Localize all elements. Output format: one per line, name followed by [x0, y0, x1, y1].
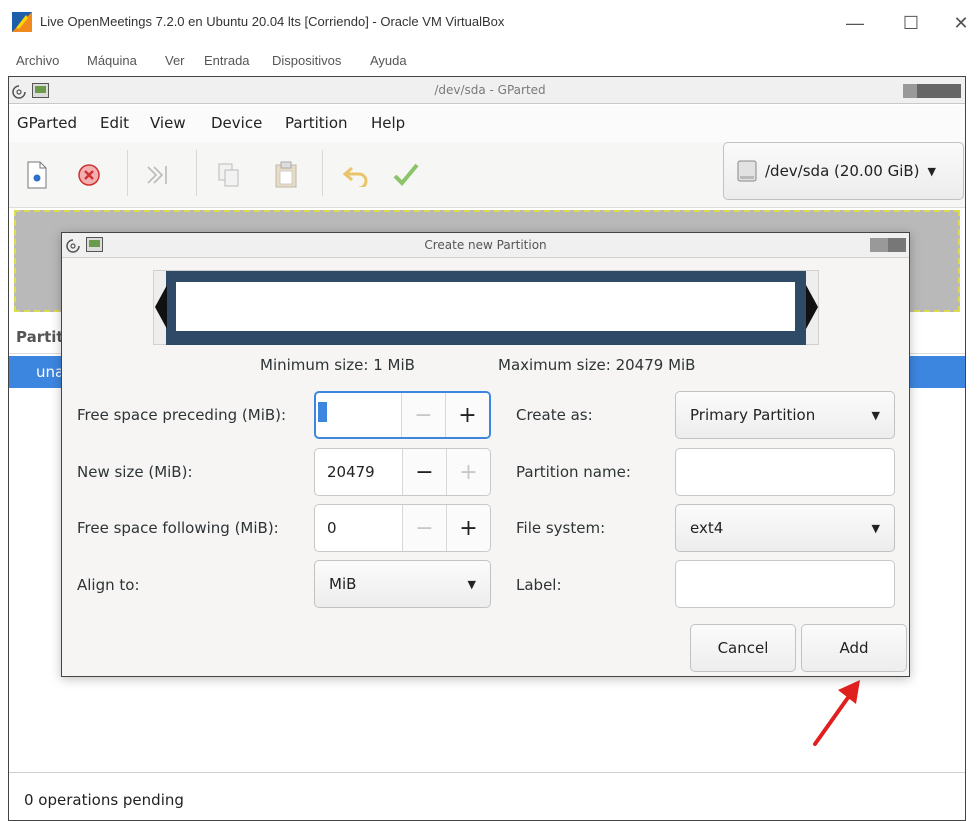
- free-space-preceding-input[interactable]: 1: [316, 393, 401, 437]
- dialog-window-buttons-icon[interactable]: [870, 238, 906, 252]
- vbox-menu-dispositivos[interactable]: Dispositivos: [272, 53, 341, 68]
- partition-name-input[interactable]: [675, 448, 895, 496]
- vbox-menu-archivo[interactable]: Archivo: [16, 53, 59, 68]
- free-space-following-decrement-button[interactable]: −: [402, 505, 446, 551]
- file-system-value: ext4: [690, 519, 724, 537]
- align-to-value: MiB: [329, 575, 357, 593]
- chevron-down-icon: ▼: [467, 577, 476, 591]
- text-selection: [318, 402, 327, 422]
- resize-handle-right[interactable]: [806, 285, 818, 329]
- device-label: /dev/sda (20.00 GiB): [765, 162, 920, 180]
- free-space-following-spinner[interactable]: 0 − +: [314, 504, 491, 552]
- minimum-size-label: Minimum size: 1 MiB: [260, 356, 415, 374]
- undo-button[interactable]: [339, 158, 373, 192]
- new-size-label: New size (MiB):: [77, 463, 193, 481]
- chevron-down-icon: ▼: [871, 521, 880, 535]
- free-space-following-increment-button[interactable]: +: [446, 505, 490, 551]
- partition-name-label: Partition name:: [516, 463, 631, 481]
- hard-disk-icon: [737, 159, 757, 183]
- vbox-menu-ver[interactable]: Ver: [165, 53, 185, 68]
- align-to-select[interactable]: MiB ▼: [314, 560, 491, 608]
- paste-button[interactable]: [269, 158, 303, 192]
- create-as-select[interactable]: Primary Partition ▼: [675, 391, 895, 439]
- partition-size-fill: [176, 282, 795, 331]
- free-space-preceding-label: Free space preceding (MiB):: [77, 406, 287, 424]
- free-space-following-label: Free space following (MiB):: [77, 519, 279, 537]
- toolbar-separator: [127, 150, 128, 196]
- resize-move-button[interactable]: [140, 158, 174, 192]
- create-as-value: Primary Partition: [690, 406, 816, 424]
- menu-help[interactable]: Help: [371, 114, 405, 132]
- resize-handle-left[interactable]: [155, 285, 167, 329]
- vbox-menu-maquina[interactable]: Máquina: [87, 53, 137, 68]
- menu-partition[interactable]: Partition: [285, 114, 348, 132]
- menu-device[interactable]: Device: [211, 114, 262, 132]
- device-selector[interactable]: /dev/sda (20.00 GiB) ▼: [723, 142, 964, 200]
- red-arrow-icon: [808, 678, 868, 750]
- new-size-input[interactable]: 20479: [315, 449, 402, 495]
- delete-partition-button[interactable]: [72, 158, 106, 192]
- label-label: Label:: [516, 576, 562, 594]
- maximize-icon[interactable]: ☐: [898, 10, 924, 36]
- new-partition-button[interactable]: [20, 158, 54, 192]
- file-system-label: File system:: [516, 519, 606, 537]
- maximum-size-label: Maximum size: 20479 MiB: [498, 356, 696, 374]
- free-space-following-input[interactable]: 0: [315, 505, 402, 551]
- free-space-preceding-decrement-button[interactable]: −: [401, 393, 445, 437]
- toolbar-separator: [196, 150, 197, 196]
- menu-view[interactable]: View: [150, 114, 186, 132]
- apply-button[interactable]: [389, 158, 423, 192]
- cancel-button[interactable]: Cancel: [690, 624, 796, 672]
- window-buttons-icon[interactable]: [903, 84, 961, 98]
- align-to-label: Align to:: [77, 576, 140, 594]
- new-size-spinner[interactable]: 20479 − +: [314, 448, 491, 496]
- minimize-icon[interactable]: —: [842, 10, 868, 36]
- chevron-down-icon: ▼: [871, 408, 880, 422]
- free-space-preceding-value: 1: [328, 406, 338, 424]
- gparted-window-title: /dev/sda - GParted: [434, 83, 546, 97]
- vbox-menubar: [0, 48, 980, 74]
- free-space-preceding-spinner[interactable]: 1 − +: [314, 391, 491, 439]
- dialog-title: Create new Partition: [424, 238, 547, 252]
- new-size-increment-button[interactable]: +: [446, 449, 490, 495]
- vbox-menu-ayuda[interactable]: Ayuda: [370, 53, 407, 68]
- file-system-select[interactable]: ext4 ▼: [675, 504, 895, 552]
- toolbar-separator: [322, 150, 323, 196]
- status-separator: [9, 772, 965, 773]
- menu-gparted[interactable]: GParted: [17, 114, 77, 132]
- add-button[interactable]: Add: [801, 624, 907, 672]
- menu-edit[interactable]: Edit: [100, 114, 129, 132]
- new-size-decrement-button[interactable]: −: [402, 449, 446, 495]
- label-input[interactable]: [675, 560, 895, 608]
- free-space-preceding-increment-button[interactable]: +: [445, 393, 489, 437]
- chevron-down-icon: ▼: [927, 164, 936, 178]
- close-icon[interactable]: ✕: [948, 10, 974, 36]
- vbox-window-title: Live OpenMeetings 7.2.0 en Ubuntu 20.04 …: [40, 14, 505, 29]
- copy-button[interactable]: [212, 158, 246, 192]
- vbox-menu-entrada[interactable]: Entrada: [204, 53, 250, 68]
- create-as-label: Create as:: [516, 406, 593, 424]
- virtualbox-app-icon: [12, 12, 32, 32]
- status-text: 0 operations pending: [24, 791, 184, 809]
